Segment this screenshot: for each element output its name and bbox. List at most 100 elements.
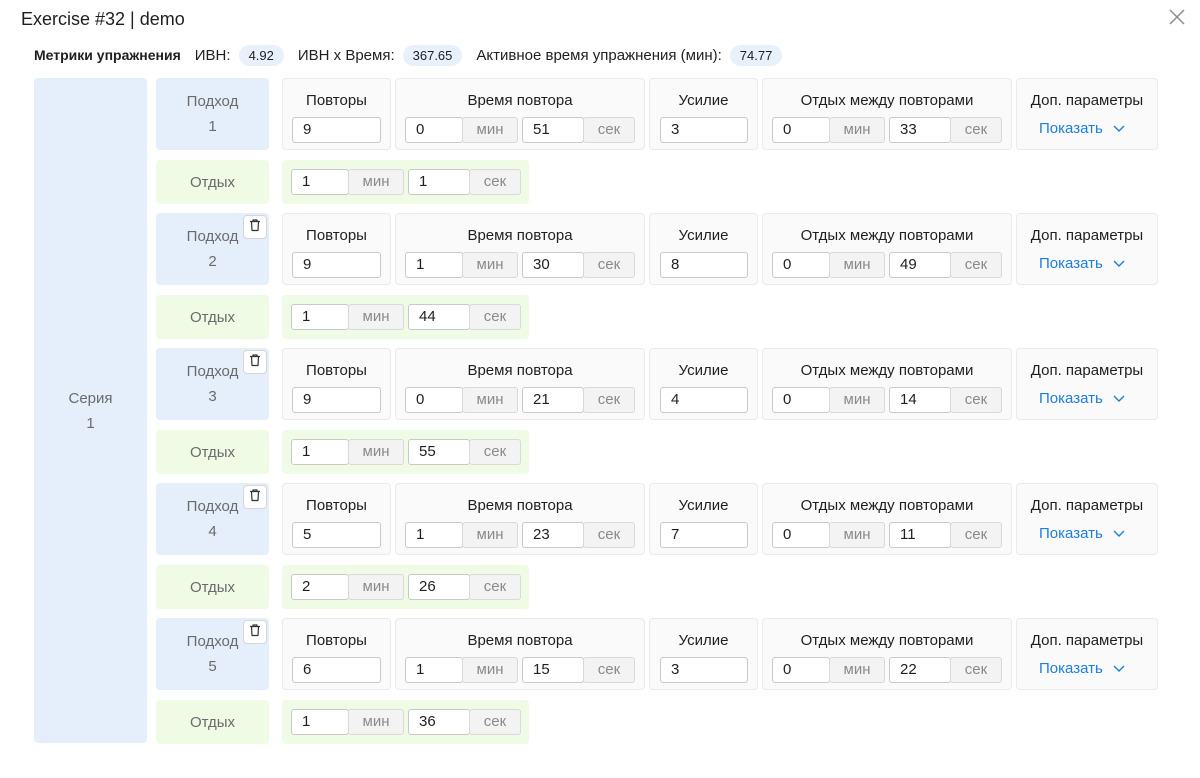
rep-time-min-input[interactable]: 1 <box>405 657 463 683</box>
rest-between-sec-input[interactable]: 49 <box>889 252 951 278</box>
rest-between-sec-input[interactable]: 22 <box>889 657 951 683</box>
delete-set-button[interactable] <box>243 350 267 374</box>
rest-between-title: Отдых между повторами <box>800 632 974 649</box>
reps-card: Повторы 9 <box>282 213 391 285</box>
show-extra-params-link[interactable]: Показать <box>1039 660 1125 677</box>
set-label-text: Подход <box>186 228 239 245</box>
extra-params-card: Доп. параметры Показать <box>1016 78 1158 150</box>
show-extra-params-link[interactable]: Показать <box>1039 525 1125 542</box>
effort-input[interactable]: 3 <box>660 657 748 683</box>
effort-card: Усилие 7 <box>649 483 758 555</box>
effort-card: Усилие 3 <box>649 78 758 150</box>
set-label-block: Подход 3 <box>156 348 269 420</box>
effort-input[interactable]: 8 <box>660 252 748 278</box>
rest-between-card: Отдых между повторами 0 мин 11 сек <box>762 483 1012 555</box>
rest-sec-input[interactable]: 44 <box>408 304 470 330</box>
set-number: 5 <box>208 658 217 675</box>
rep-time-sec-input[interactable]: 23 <box>522 522 584 548</box>
show-extra-params-link[interactable]: Показать <box>1039 390 1125 407</box>
rest-time-group: 1 мин 55 сек <box>282 430 529 474</box>
rep-time-min-input[interactable]: 1 <box>405 522 463 548</box>
rest-between-min-input[interactable]: 0 <box>772 252 830 278</box>
rest-label-block: Отдых <box>156 430 269 474</box>
ivn-value-badge: 4.92 <box>238 44 284 66</box>
reps-input[interactable]: 9 <box>292 117 381 143</box>
rest-between-title: Отдых между повторами <box>800 92 974 109</box>
set-label-block: Подход 5 <box>156 618 269 690</box>
delete-set-button[interactable] <box>243 215 267 239</box>
rep-time-title: Время повтора <box>467 92 573 109</box>
rep-time-min-input[interactable]: 0 <box>405 387 463 413</box>
extra-params-card: Доп. параметры Показать <box>1016 213 1158 285</box>
rest-between-sec-input[interactable]: 11 <box>889 522 951 548</box>
rest-label-block: Отдых <box>156 160 269 204</box>
rep-time-sec-unit: сек <box>583 387 635 413</box>
rest-min-unit: мин <box>348 169 404 195</box>
reps-card: Повторы 6 <box>282 618 391 690</box>
metrics-heading: Метрики упражнения <box>34 47 181 63</box>
rest-sec-unit: сек <box>469 709 521 735</box>
rest-between-min-input[interactable]: 0 <box>772 387 830 413</box>
rest-min-input[interactable]: 1 <box>291 304 349 330</box>
rest-sec-input[interactable]: 36 <box>408 709 470 735</box>
ivn-time-label: ИВН x Время: <box>297 46 395 64</box>
rest-sec-input[interactable]: 26 <box>408 574 470 600</box>
close-icon[interactable] <box>1166 6 1188 28</box>
rest-sec-unit: сек <box>469 169 521 195</box>
rest-min-input[interactable]: 1 <box>291 439 349 465</box>
show-extra-params-link[interactable]: Показать <box>1039 120 1125 137</box>
effort-input[interactable]: 7 <box>660 522 748 548</box>
series-block: Серия 1 <box>34 78 147 743</box>
rest-min-input[interactable]: 2 <box>291 574 349 600</box>
delete-set-button[interactable] <box>243 620 267 644</box>
extra-params-title: Доп. параметры <box>1030 92 1144 109</box>
rest-between-min-input[interactable]: 0 <box>772 117 830 143</box>
rest-sec-input[interactable]: 55 <box>408 439 470 465</box>
rep-time-min-input[interactable]: 1 <box>405 252 463 278</box>
reps-input[interactable]: 9 <box>292 387 381 413</box>
extra-params-title: Доп. параметры <box>1030 632 1144 649</box>
reps-input[interactable]: 9 <box>292 252 381 278</box>
effort-input[interactable]: 3 <box>660 117 748 143</box>
rep-time-sec-input[interactable]: 15 <box>522 657 584 683</box>
rest-min-input[interactable]: 1 <box>291 169 349 195</box>
rest-between-min-input[interactable]: 0 <box>772 522 830 548</box>
rest-time-group: 1 мин 44 сек <box>282 295 529 339</box>
effort-title: Усилие <box>678 227 729 244</box>
rep-time-sec-input[interactable]: 30 <box>522 252 584 278</box>
rest-sec-unit: сек <box>469 574 521 600</box>
rest-between-sec-input[interactable]: 14 <box>889 387 951 413</box>
chevron-down-icon <box>1103 390 1125 407</box>
chevron-down-icon <box>1103 120 1125 137</box>
effort-input[interactable]: 4 <box>660 387 748 413</box>
rep-time-title: Время повтора <box>467 227 573 244</box>
rest-between-sec-unit: сек <box>950 522 1002 548</box>
rest-between-card: Отдых между повторами 0 мин 14 сек <box>762 348 1012 420</box>
effort-card: Усилие 3 <box>649 618 758 690</box>
dialog-title: Exercise #32 | demo <box>21 9 185 29</box>
reps-input[interactable]: 6 <box>292 657 381 683</box>
rest-min-input[interactable]: 1 <box>291 709 349 735</box>
rest-between-sec-input[interactable]: 33 <box>889 117 951 143</box>
rest-between-card: Отдых между повторами 0 мин 49 сек <box>762 213 1012 285</box>
extra-params-card: Доп. параметры Показать <box>1016 618 1158 690</box>
reps-input[interactable]: 5 <box>292 522 381 548</box>
rest-time-group: 1 мин 36 сек <box>282 700 529 744</box>
rep-time-card: Время повтора 1 мин 30 сек <box>395 213 645 285</box>
rep-time-sec-input[interactable]: 21 <box>522 387 584 413</box>
reps-title: Повторы <box>306 632 367 649</box>
effort-title: Усилие <box>678 632 729 649</box>
rep-time-sec-input[interactable]: 51 <box>522 117 584 143</box>
rest-between-title: Отдых между повторами <box>800 362 974 379</box>
trash-icon <box>248 620 262 645</box>
set-label-block: Подход 2 <box>156 213 269 285</box>
reps-title: Повторы <box>306 227 367 244</box>
rest-between-min-input[interactable]: 0 <box>772 657 830 683</box>
rest-between-sec-unit: сек <box>950 252 1002 278</box>
rest-between-sec-unit: сек <box>950 387 1002 413</box>
rest-between-card: Отдых между повторами 0 мин 22 сек <box>762 618 1012 690</box>
show-extra-params-link[interactable]: Показать <box>1039 255 1125 272</box>
rep-time-min-input[interactable]: 0 <box>405 117 463 143</box>
delete-set-button[interactable] <box>243 485 267 509</box>
rest-sec-input[interactable]: 1 <box>408 169 470 195</box>
